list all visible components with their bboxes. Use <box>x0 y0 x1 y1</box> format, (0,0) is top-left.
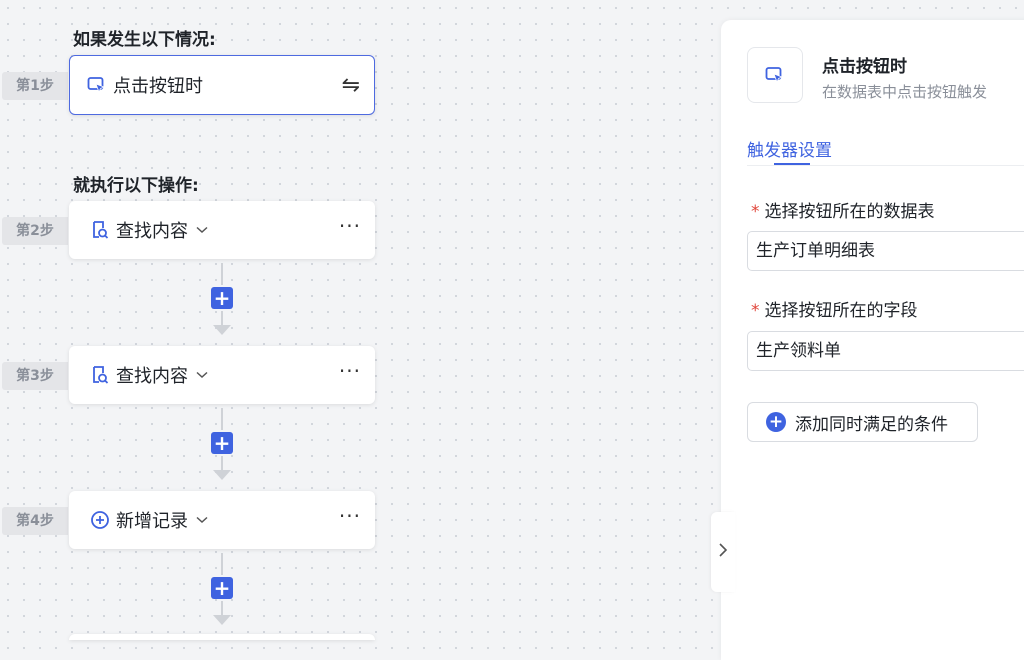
step-card-4[interactable]: 新增记录 ··· <box>69 491 375 549</box>
step-label-4: 第4步 <box>2 507 68 535</box>
add-step-button[interactable]: + <box>211 577 233 599</box>
cursor-click-icon <box>86 74 108 96</box>
find-record-icon <box>89 219 111 241</box>
step-label-1: 第1步 <box>2 72 68 100</box>
step-card-2[interactable]: 查找内容 ··· <box>69 201 375 259</box>
chevron-down-icon[interactable] <box>196 516 208 524</box>
add-circle-icon <box>89 509 111 531</box>
more-options-icon[interactable]: ··· <box>339 361 361 384</box>
then-section-title: 就执行以下操作: <box>73 176 199 196</box>
add-condition-label: 添加同时满足的条件 <box>795 414 948 435</box>
swap-icon[interactable]: ⇋ <box>342 73 360 98</box>
required-mark: * <box>751 301 760 321</box>
panel-title: 点击按钮时 <box>822 57 907 77</box>
step-label-text: 查找内容 <box>116 366 188 387</box>
if-section-title: 如果发生以下情况: <box>73 30 216 50</box>
connector-line <box>221 601 223 615</box>
field-select-label: * 选择按钮所在的字段 <box>751 296 918 321</box>
connector-line <box>221 263 223 285</box>
table-select-label: * 选择按钮所在的数据表 <box>751 197 935 222</box>
more-options-icon[interactable]: ··· <box>339 506 361 529</box>
panel-subtitle: 在数据表中点击按钮触发 <box>822 83 988 101</box>
connector-arrow <box>213 325 231 335</box>
connector-line <box>221 408 223 430</box>
trigger-card[interactable]: 点击按钮时 ⇋ <box>69 55 375 115</box>
add-step-button[interactable]: + <box>211 287 233 309</box>
table-select[interactable]: 生产订单明细表 <box>747 231 1024 271</box>
cursor-click-icon <box>747 47 803 103</box>
step-label-2: 第2步 <box>2 217 68 245</box>
add-condition-button[interactable]: + 添加同时满足的条件 <box>747 402 978 442</box>
connector-arrow <box>213 615 231 625</box>
find-record-icon <box>89 364 111 386</box>
add-step-button[interactable]: + <box>211 432 233 454</box>
step-label-3: 第3步 <box>2 362 68 390</box>
connector-line <box>221 311 223 325</box>
chevron-down-icon[interactable] <box>196 226 208 234</box>
trigger-label: 点击按钮时 <box>113 76 203 97</box>
table-select-label-text: 选择按钮所在的数据表 <box>764 202 935 222</box>
plus-circle-icon: + <box>766 412 786 432</box>
tab-divider <box>747 165 1024 166</box>
field-select[interactable]: 生产领料单 <box>747 331 1024 371</box>
connector-line <box>221 456 223 470</box>
trigger-settings-panel: 点击按钮时 在数据表中点击按钮触发 触发器设置 * 选择按钮所在的数据表 生产订单… <box>721 20 1024 660</box>
step-label-text: 查找内容 <box>116 221 188 242</box>
step-card-5[interactable] <box>69 634 375 640</box>
collapse-panel-button[interactable] <box>711 512 735 592</box>
connector-arrow <box>213 470 231 480</box>
step-label-text: 新增记录 <box>116 511 188 532</box>
chevron-down-icon[interactable] <box>196 371 208 379</box>
more-options-icon[interactable]: ··· <box>339 216 361 239</box>
step-card-3[interactable]: 查找内容 ··· <box>69 346 375 404</box>
chevron-right-icon <box>718 542 728 562</box>
connector-line <box>221 553 223 575</box>
tab-trigger-settings[interactable]: 触发器设置 <box>747 136 832 161</box>
required-mark: * <box>751 202 760 222</box>
field-select-label-text: 选择按钮所在的字段 <box>764 301 918 321</box>
